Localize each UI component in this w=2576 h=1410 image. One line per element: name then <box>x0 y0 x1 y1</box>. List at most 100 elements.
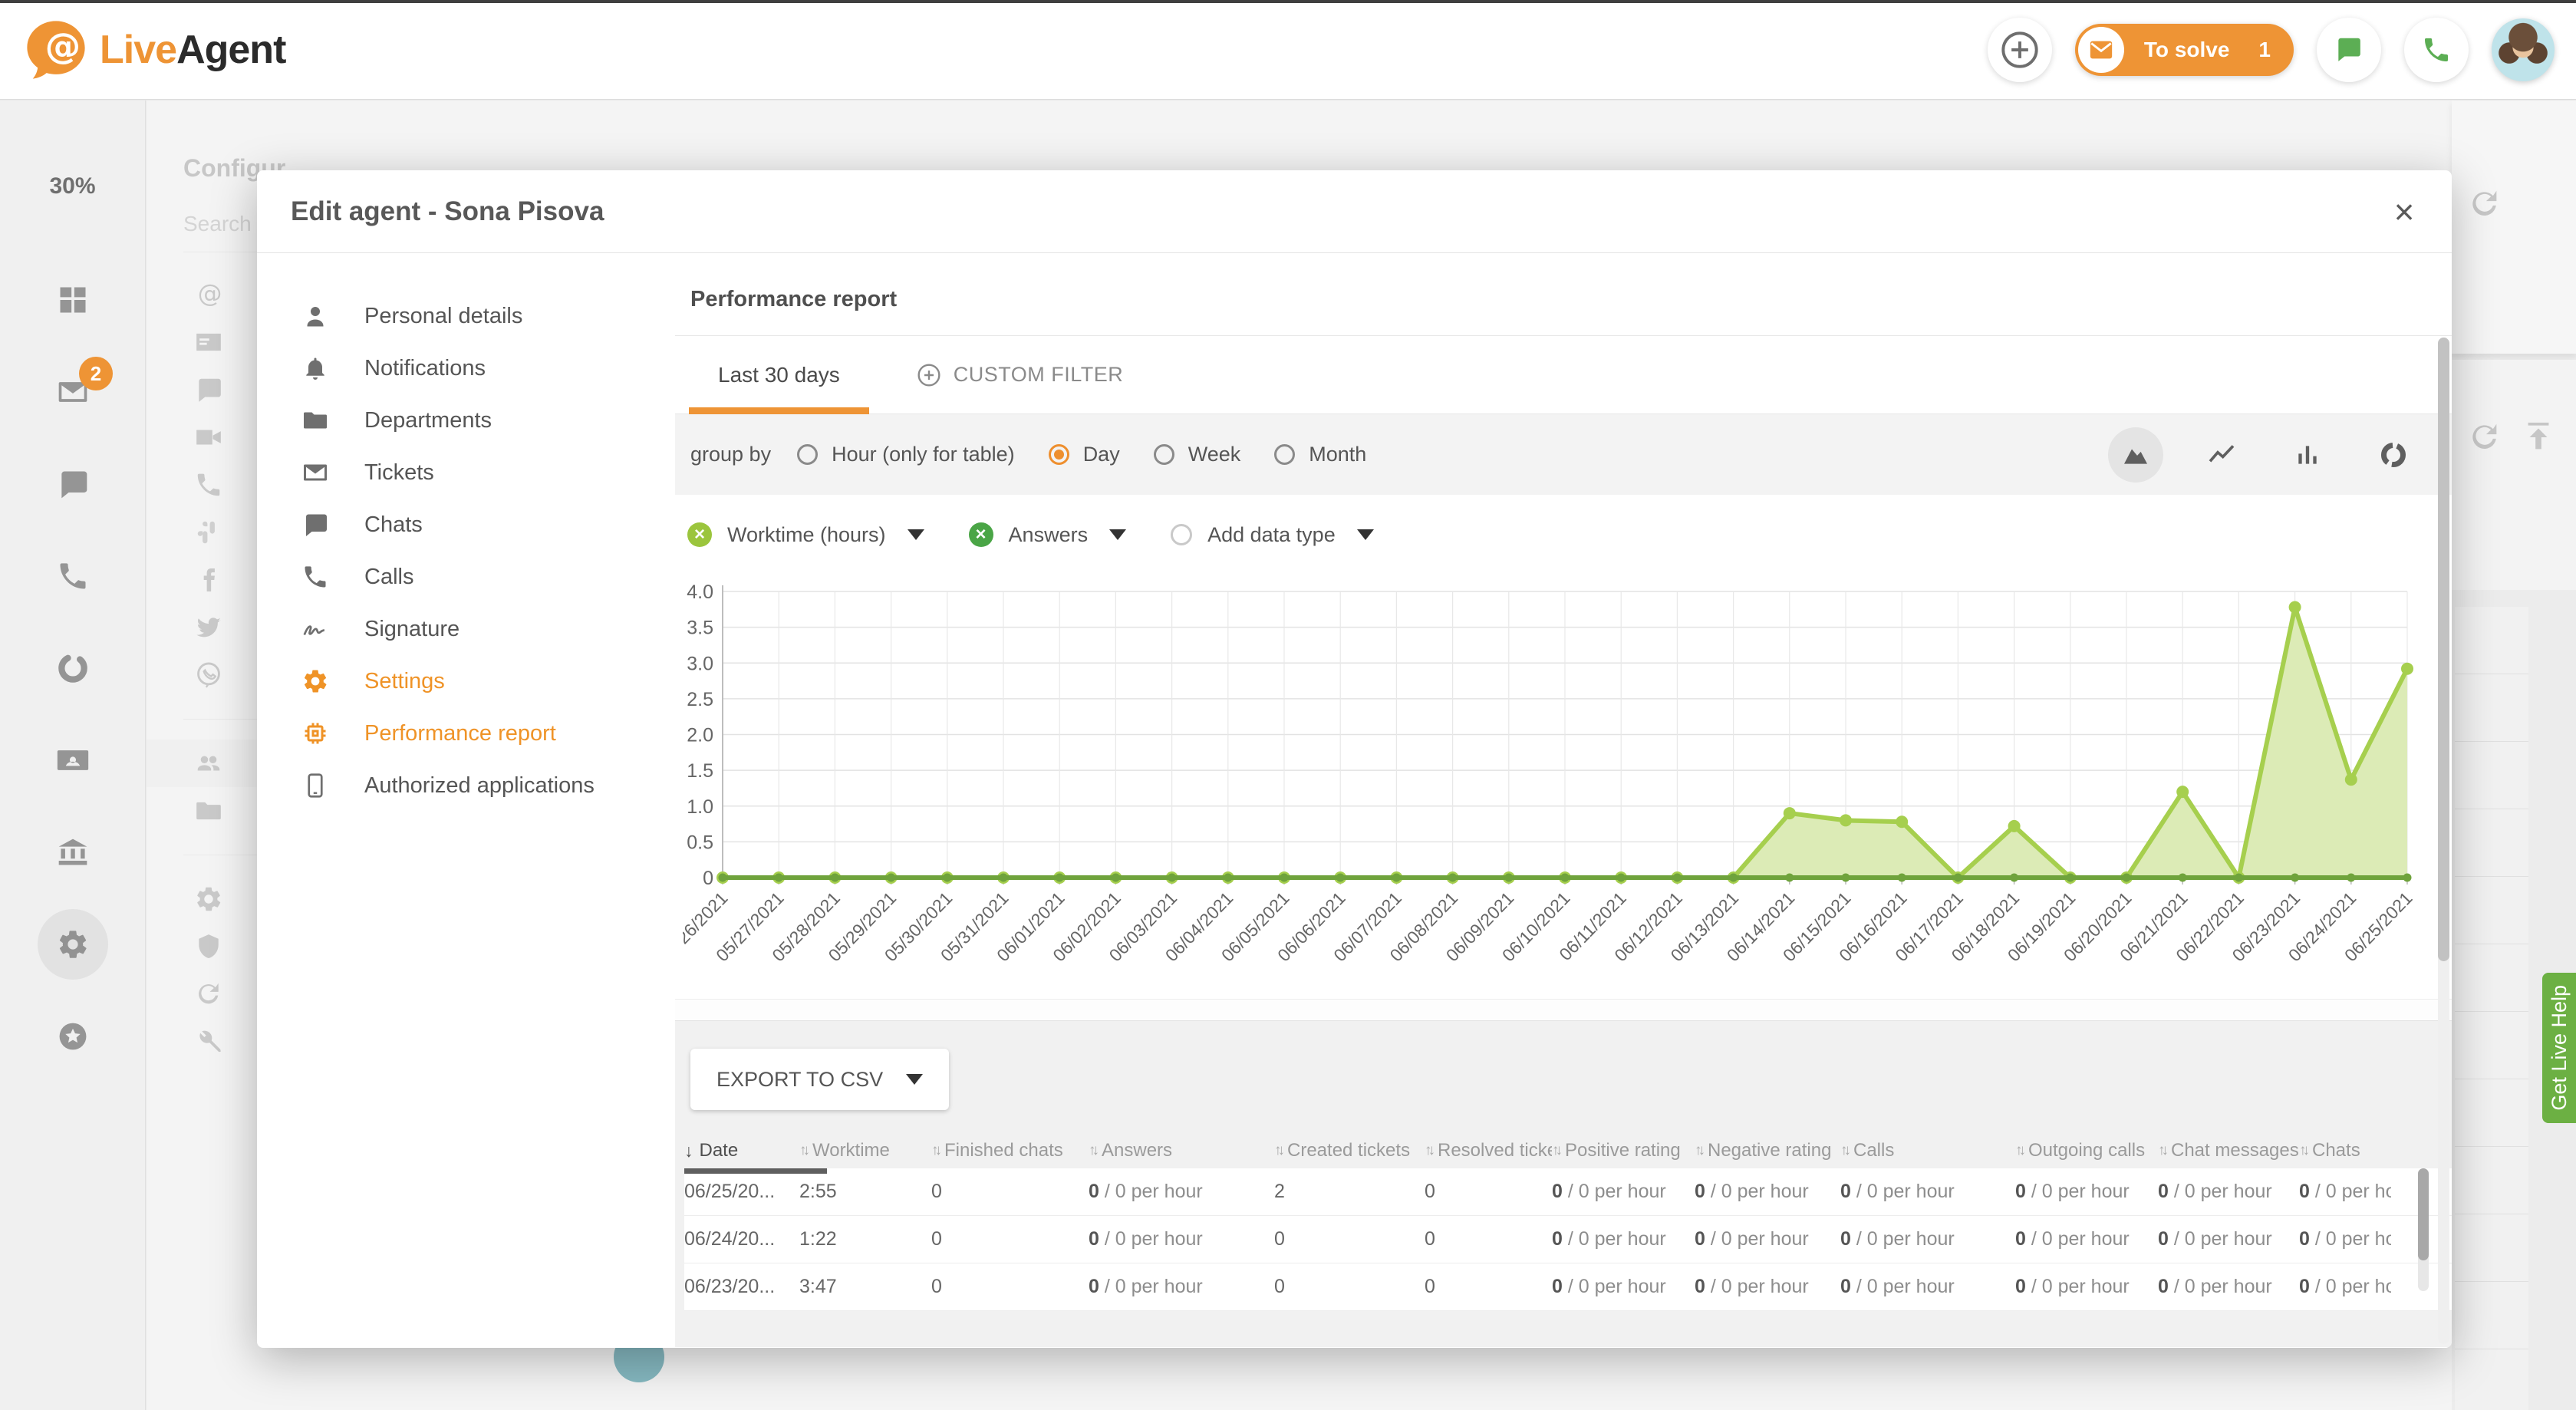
modal-nav-settings[interactable]: Settings <box>257 655 675 707</box>
radio-hour-only-for-table-[interactable]: Hour (only for table) <box>797 443 1015 466</box>
svg-text:4.0: 4.0 <box>687 581 713 603</box>
cell: 0 / 0 per hour <box>1089 1181 1274 1203</box>
modal-nav-tickets[interactable]: Tickets <box>257 446 675 499</box>
user-avatar[interactable] <box>2492 18 2555 81</box>
svg-text:@: @ <box>198 281 222 308</box>
cell: 0 / 0 per hour <box>1695 1181 1840 1203</box>
line-chart-button[interactable] <box>2194 427 2249 483</box>
bar-chart-icon <box>2292 440 2323 470</box>
modal-nav-signature[interactable]: Signature <box>257 603 675 655</box>
cell: 0 / 0 per hour <box>1695 1276 1840 1298</box>
modal-nav-chats[interactable]: Chats <box>257 499 675 551</box>
rail-item-chat[interactable] <box>27 438 119 530</box>
chip-label: Answers <box>1009 523 1089 547</box>
modal-scrollbar[interactable] <box>2438 338 2449 1344</box>
phone-icon <box>56 559 90 593</box>
column-header-outgoing-calls[interactable]: ↑↓Outgoing calls <box>2015 1140 2158 1161</box>
sort-icon: ↑↓ <box>1425 1142 1431 1159</box>
column-header-worktime[interactable]: ↑↓Worktime <box>799 1140 931 1161</box>
to-solve-label: To solve <box>2144 38 2230 62</box>
mobile-icon <box>301 772 329 799</box>
add-new-button[interactable] <box>1988 18 2052 82</box>
bar-chart-button[interactable] <box>2280 427 2335 483</box>
export-to-csv-button[interactable]: EXPORT TO CSV <box>690 1049 949 1110</box>
cell: 0 <box>1425 1276 1552 1298</box>
rail-item-gear[interactable] <box>27 898 119 990</box>
rail-item-star-circle[interactable] <box>27 990 119 1082</box>
modal-nav-notifications[interactable]: Notifications <box>257 342 675 394</box>
cell: 0 <box>1274 1276 1425 1298</box>
column-label: Resolved tickets <box>1438 1140 1552 1161</box>
refresh-icon <box>2467 420 2502 455</box>
column-header-finished-chats[interactable]: ↑↓Finished chats <box>931 1140 1089 1161</box>
window-top-border <box>0 0 2576 3</box>
rail-item-dashboard[interactable] <box>27 254 119 346</box>
column-header-chat-messages[interactable]: ↑↓Chat messages <box>2158 1140 2299 1161</box>
remove-icon[interactable]: × <box>969 522 993 547</box>
column-header-resolved-tickets[interactable]: ↑↓ Resolved tickets <box>1425 1140 1552 1161</box>
sort-icon: ↑↓ <box>1089 1142 1095 1159</box>
chat-icon <box>194 375 228 404</box>
cell: 0 <box>1425 1228 1552 1250</box>
modal-nav-calls[interactable]: Calls <box>257 551 675 603</box>
tab-last-30-days[interactable]: Last 30 days <box>675 336 883 414</box>
to-solve-button[interactable]: To solve 1 <box>2075 24 2294 76</box>
chip-add-data-type[interactable]: Add data type <box>1171 523 1374 547</box>
calls-button[interactable] <box>2404 18 2469 82</box>
video-icon <box>194 423 228 452</box>
column-label: Negative rating <box>1708 1140 1831 1161</box>
modal-nav-personal-details[interactable]: Personal details <box>257 290 675 342</box>
chats-button[interactable] <box>2317 18 2381 82</box>
chip-answers[interactable]: × Answers <box>969 522 1127 547</box>
gear-icon <box>194 885 228 914</box>
column-header-positive-rating[interactable]: ↑↓Positive rating <box>1552 1140 1695 1161</box>
modal-nav: Personal detailsNotifications Departments… <box>257 253 675 1347</box>
chevron-down-icon <box>908 529 924 540</box>
table-row[interactable]: 06/24/20...1:2200 / 0 per hour000 / 0 pe… <box>684 1216 2452 1263</box>
sort-icon: ↑↓ <box>2299 1142 2306 1159</box>
modal-header: Edit agent - Sona Pisova × <box>257 170 2452 253</box>
rail-item-contact-card[interactable] <box>27 714 119 806</box>
modal-nav-label: Departments <box>364 408 492 433</box>
rail-item-mail[interactable]: 2 <box>27 346 119 438</box>
donut-chart-button[interactable] <box>2366 427 2421 483</box>
sort-icon: ↑↓ <box>799 1142 806 1159</box>
get-live-help-tab[interactable]: Get Live Help <box>2542 973 2576 1123</box>
radio-day[interactable]: Day <box>1049 443 1120 466</box>
table-scrollbar[interactable] <box>2418 1168 2429 1291</box>
modal-nav-authorized-applications[interactable]: Authorized applications <box>257 759 675 812</box>
signature-icon <box>301 615 329 643</box>
radio-week[interactable]: Week <box>1154 443 1241 466</box>
column-header-chats[interactable]: ↑↓Chats <box>2299 1140 2391 1161</box>
cell: 0 / 0 per hour <box>1089 1276 1274 1298</box>
report-title: Performance report <box>690 287 2452 312</box>
folder-icon <box>301 407 329 434</box>
table-row[interactable]: 06/25/20...2:5500 / 0 per hour200 / 0 pe… <box>684 1168 2452 1216</box>
tab-custom-filter[interactable]: CUSTOM FILTER <box>917 363 1124 387</box>
table-row[interactable]: 06/23/20...3:4700 / 0 per hour000 / 0 pe… <box>684 1263 2452 1311</box>
gear-icon <box>301 667 329 695</box>
modal-nav-departments[interactable]: Departments <box>257 394 675 446</box>
column-header-date[interactable]: ↓Date <box>684 1140 799 1161</box>
column-header-calls[interactable]: ↑↓Calls <box>1840 1140 2015 1161</box>
column-header-answers[interactable]: ↑↓ Answers <box>1089 1140 1274 1161</box>
liveagent-logo[interactable]: @ LiveAgent <box>23 17 285 83</box>
cell: 0 / 0 per hour <box>1840 1228 2015 1250</box>
plus-circle-icon <box>917 363 941 387</box>
cell: 1:22 <box>799 1228 931 1250</box>
column-label: Answers <box>1102 1140 1172 1161</box>
area-chart-button[interactable] <box>2108 427 2163 483</box>
column-label: Date <box>700 1140 739 1161</box>
column-header-negative-rating[interactable]: ↑↓Negative rating <box>1695 1140 1840 1161</box>
remove-icon[interactable]: × <box>687 522 712 547</box>
cell: 06/25/20... <box>684 1181 799 1203</box>
chip-worktime-hours-[interactable]: ×Worktime (hours) <box>687 522 924 547</box>
column-header-created-tickets[interactable]: ↑↓Created tickets <box>1274 1140 1425 1161</box>
modal-nav-performance-report[interactable]: Performance report <box>257 707 675 759</box>
rail-item-bank[interactable] <box>27 806 119 898</box>
rail-item-ring[interactable] <box>27 622 119 714</box>
rail-item-phone[interactable] <box>27 530 119 622</box>
close-button[interactable]: × <box>2380 187 2429 236</box>
radio-month[interactable]: Month <box>1274 443 1366 466</box>
cell: 0 / 0 per hour <box>2158 1228 2299 1250</box>
